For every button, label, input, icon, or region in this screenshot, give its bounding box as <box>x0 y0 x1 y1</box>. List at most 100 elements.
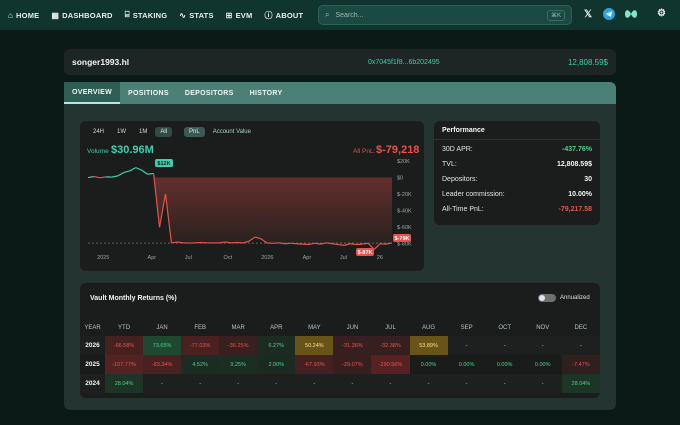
returns-cell: 0.00% <box>523 355 562 374</box>
returns-title: Vault Monthly Returns (%) <box>90 295 177 302</box>
search-icon: ⌕ <box>325 10 330 19</box>
nav-stats-label: STATS <box>189 10 214 20</box>
telegram-icon[interactable] <box>603 8 615 23</box>
y-tick-label: $0 <box>397 176 403 182</box>
returns-cell: - <box>485 374 524 393</box>
returns-header-feb: FEB <box>181 319 220 336</box>
returns-cell: - <box>181 374 220 393</box>
vault-address[interactable]: 0x7045f1f8...6b202495 <box>368 59 440 66</box>
x-tick-label: 2026 <box>261 255 273 261</box>
vault-name: songer1993.hl <box>72 57 130 67</box>
returns-year-cell: 2025 <box>80 355 105 374</box>
perf-commission-label: Leader commission: <box>442 191 505 198</box>
perf-row-alltime-pnl: All-Time PnL: -79,217.58 <box>442 206 592 213</box>
nav-about[interactable]: ⓘ ABOUT <box>264 10 303 21</box>
perf-row-depositors: Depositors: 30 <box>442 176 592 183</box>
perf-commission-value: 10.00% <box>568 191 592 198</box>
returns-header-nov: NOV <box>523 319 562 336</box>
returns-cell: 28.04% <box>105 374 144 393</box>
vault-header: songer1993.hl 0x7045f1f8...6b202495 12,8… <box>64 49 616 75</box>
tab-depositors[interactable]: DEPOSITORS <box>177 82 242 104</box>
nav-home[interactable]: ⌂ HOME <box>8 11 39 20</box>
tab-positions[interactable]: POSITIONS <box>120 82 177 104</box>
returns-header-jul: JUL <box>371 319 410 336</box>
returns-cell: - <box>561 336 600 355</box>
pnl-line-segment <box>93 175 101 179</box>
chart-line-icon: ∿ <box>179 10 187 20</box>
pnl-line-segment <box>278 242 285 245</box>
returns-header-year: YEAR <box>80 319 105 336</box>
pnl-line-segment <box>87 175 95 179</box>
returns-header-jan: JAN <box>143 319 182 336</box>
returns-header-jun: JUN <box>333 319 372 336</box>
nav-staking[interactable]: ⌸ STAKING <box>125 10 168 20</box>
nav-stats[interactable]: ∿ STATS <box>179 11 213 20</box>
returns-cell: 0.00% <box>409 355 448 374</box>
returns-cell: -32.38% <box>371 336 410 355</box>
pnl-line-segment <box>332 243 339 246</box>
x-twitter-icon[interactable]: 𝕏 <box>584 9 592 20</box>
nav-dashboard[interactable]: ▦ DASHBOARD <box>51 11 112 20</box>
annualized-toggle[interactable] <box>538 294 556 302</box>
x-tick-label: Jul <box>340 255 347 261</box>
returns-header-apr: APR <box>257 319 296 336</box>
search-box[interactable]: ⌕ ⌘K <box>318 5 572 25</box>
returns-cell: - <box>219 374 258 393</box>
returns-cell: - <box>409 374 448 393</box>
returns-header-oct: OCT <box>485 319 524 336</box>
returns-header-row: YEAR YTD JAN FEB MAR APR MAY JUN JUL AUG SEP OCT NOV… <box>80 319 600 336</box>
info-icon: ⓘ <box>264 10 273 20</box>
returns-header-may: MAY <box>295 319 334 336</box>
pnl-line-segment <box>219 241 226 244</box>
perf-depositors-value: 30 <box>584 176 592 183</box>
pnl-line-segment <box>111 175 118 178</box>
returns-cell: 50.24% <box>295 336 334 355</box>
returns-header-aug: AUG <box>409 319 448 336</box>
nav-about-label: ABOUT <box>275 10 304 20</box>
returns-cell: -77.03% <box>181 336 220 355</box>
returns-cell: - <box>523 374 562 393</box>
y-tick-label: $-60K <box>397 225 412 231</box>
table-row: 2025 -107.77% -83.34% 4.52% 9.25% 2.00% -67.93… <box>80 355 600 374</box>
returns-table: YEAR YTD JAN FEB MAR APR MAY JUN JUL AUG SEP OCT NOV… <box>80 319 600 393</box>
search-input[interactable] <box>335 11 547 19</box>
returns-cell: - <box>371 374 410 393</box>
last-value-tag: $-79K <box>395 236 410 242</box>
returns-year-cell: 2026 <box>80 336 105 355</box>
returns-cell: - <box>143 374 182 393</box>
perf-depositors-label: Depositors: <box>442 176 478 183</box>
returns-cell: 28.04% <box>561 374 600 393</box>
x-tick-label: Oct <box>224 255 233 261</box>
pnl-line-segment <box>123 170 130 174</box>
returns-header-mar: MAR <box>219 319 258 336</box>
returns-cell: -83.34% <box>143 355 182 374</box>
x-tick-label: Apr <box>148 255 157 261</box>
returns-year-cell: 2024 <box>80 374 105 393</box>
gear-icon[interactable]: ⚙ <box>657 8 666 19</box>
returns-cell: - <box>295 374 334 393</box>
pnl-line-chart[interactable]: $20K$0$-20K$-40K$-60K$-80K2025 Apr Jul Oct 2… <box>80 121 424 271</box>
tab-history[interactable]: HISTORY <box>242 82 291 104</box>
vault-tabs: OVERVIEW POSITIONS DEPOSITORS HISTORY <box>64 82 616 104</box>
returns-cell: -66.58% <box>105 336 144 355</box>
pnl-line-segment <box>362 242 369 245</box>
pnl-line-segment <box>350 243 357 246</box>
nav-evm[interactable]: ⊞ EVM <box>226 11 253 20</box>
nav-home-label: HOME <box>16 10 40 20</box>
nav-staking-label: STAKING <box>132 10 168 20</box>
returns-header-ytd: YTD <box>105 319 144 336</box>
min-value-tag: $-87K <box>358 250 373 256</box>
returns-cell: 2.00% <box>257 355 296 374</box>
perf-row-apr: 30D APR: -437.76% <box>442 146 592 153</box>
perf-apr-value: -437.76% <box>562 146 592 153</box>
perf-tvl-label: TVL: <box>442 161 457 168</box>
returns-cell: - <box>333 374 372 393</box>
pnl-line-segment <box>171 241 178 244</box>
perf-tvl-value: 12,808.59$ <box>556 161 592 168</box>
returns-cell: 9.25% <box>219 355 258 374</box>
hyperliquid-logo-icon[interactable] <box>624 8 638 23</box>
tab-overview[interactable]: OVERVIEW <box>64 82 121 104</box>
vault-tvl: 12,808.59$ <box>567 57 608 67</box>
returns-header-dec: DEC <box>561 319 600 336</box>
returns-header-sep: SEP <box>447 319 486 336</box>
